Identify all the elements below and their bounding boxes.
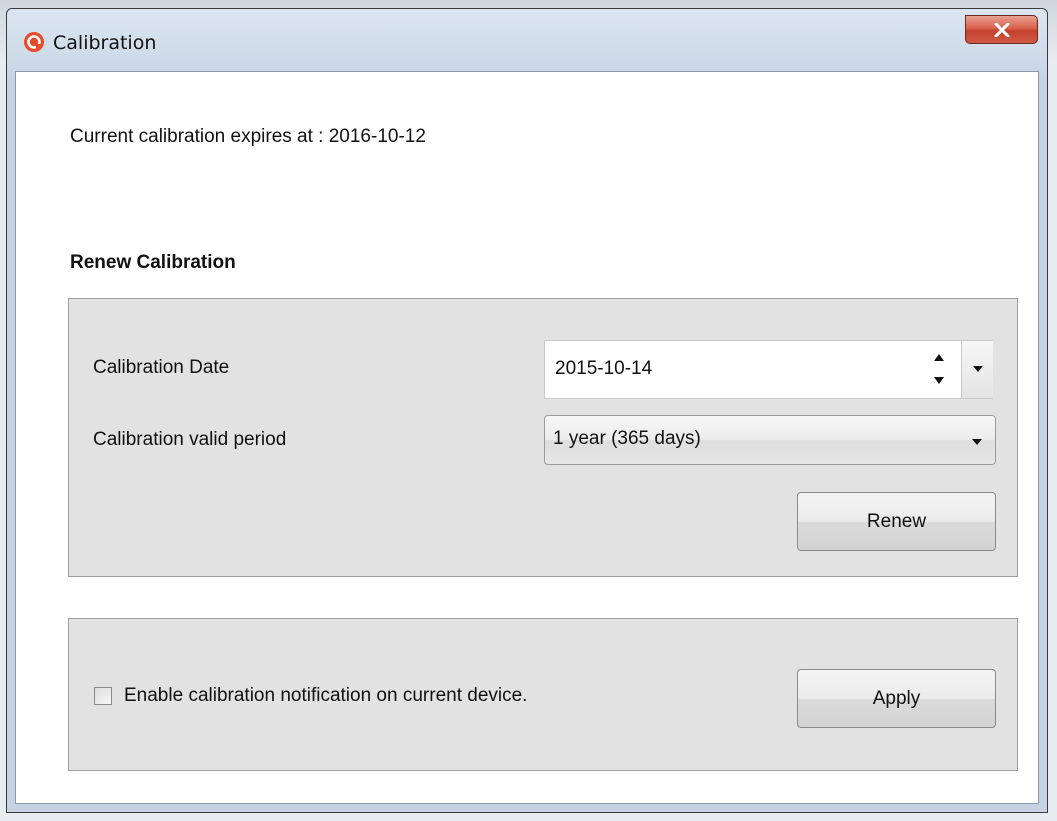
- enable-notification-checkbox[interactable]: [94, 687, 112, 705]
- valid-period-value: 1 year (365 days): [553, 428, 701, 449]
- calibration-dialog: Calibration Current calibration expires …: [6, 8, 1048, 813]
- window-title: Calibration: [53, 32, 157, 54]
- dialog-content: Current calibration expires at : 2016-10…: [15, 71, 1039, 804]
- spin-updown-icon[interactable]: [932, 349, 946, 389]
- close-button[interactable]: [965, 15, 1038, 44]
- chevron-down-icon: [973, 366, 983, 372]
- renew-group: Calibration Date 2015-10-14 Calibration …: [68, 298, 1018, 577]
- apply-button[interactable]: Apply: [797, 669, 996, 728]
- renew-section-heading: Renew Calibration: [70, 252, 236, 273]
- valid-period-label: Calibration valid period: [93, 429, 287, 450]
- calibration-date-picker[interactable]: 2015-10-14: [544, 340, 993, 399]
- app-logo-icon: [24, 32, 44, 52]
- calibration-date-label: Calibration Date: [93, 357, 230, 378]
- chevron-down-icon: [972, 439, 982, 445]
- enable-notification-label[interactable]: Enable calibration notification on curre…: [124, 685, 527, 707]
- renew-button[interactable]: Renew: [797, 492, 996, 551]
- expiration-status: Current calibration expires at : 2016-10…: [70, 126, 426, 147]
- calibration-date-value[interactable]: 2015-10-14: [555, 358, 652, 380]
- notification-group: Enable calibration notification on curre…: [68, 618, 1018, 771]
- date-dropdown-button[interactable]: [961, 341, 993, 398]
- close-icon: [994, 23, 1010, 37]
- title-bar[interactable]: Calibration: [7, 9, 1047, 71]
- valid-period-select[interactable]: 1 year (365 days): [544, 415, 996, 465]
